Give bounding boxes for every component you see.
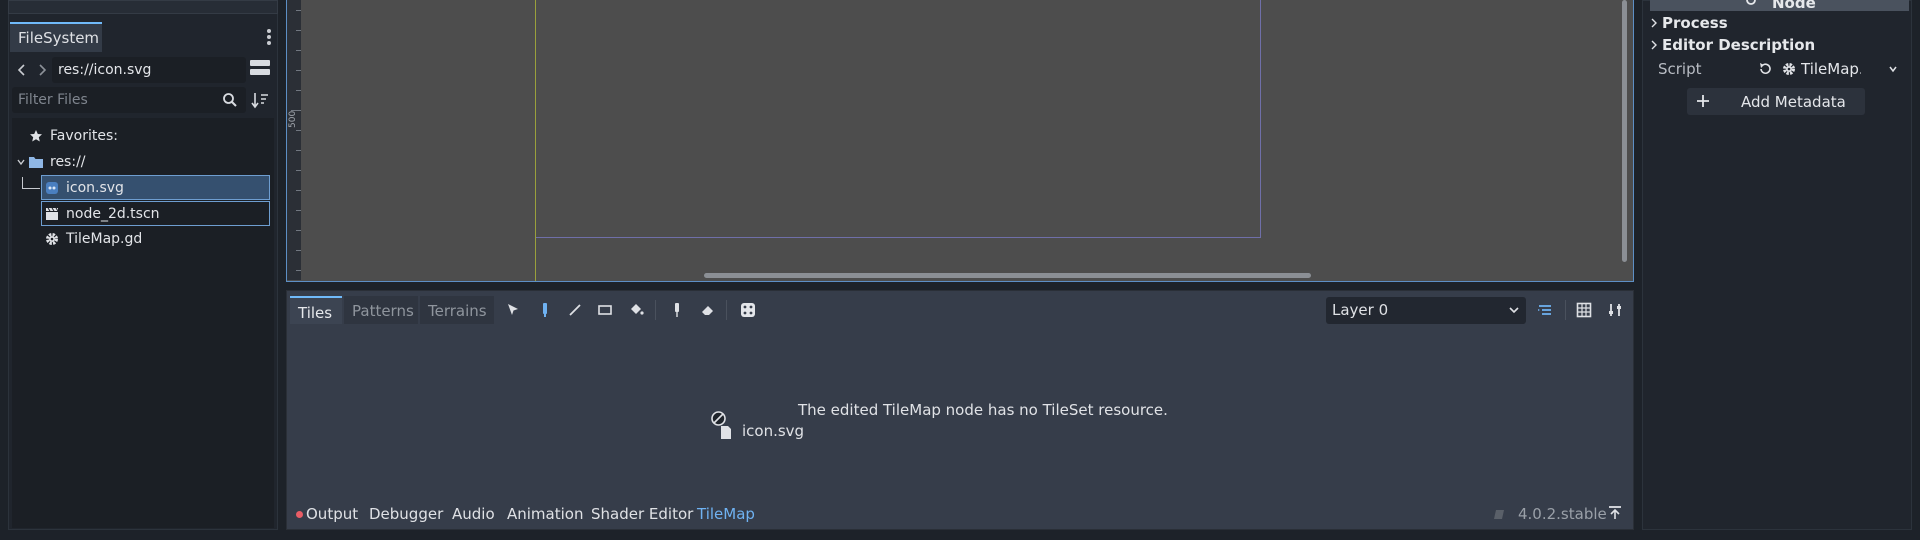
add-metadata-label: Add Metadata: [1741, 93, 1846, 111]
chevron-down-icon: [1508, 304, 1520, 316]
file-icon: [720, 425, 732, 440]
random-dice-icon[interactable]: [738, 300, 758, 320]
favorites-label: Favorites:: [50, 128, 118, 144]
layer-select-value: Layer 0: [1332, 301, 1389, 319]
add-metadata-button[interactable]: Add Metadata: [1687, 88, 1865, 115]
sort-icon[interactable]: [250, 89, 270, 111]
toolbar-separator: [1565, 300, 1566, 320]
favorites-row[interactable]: Favorites:: [28, 124, 118, 148]
toolbar-separator: [726, 300, 727, 320]
file-row-node-2d[interactable]: node_2d.tscn: [41, 201, 270, 226]
select-tool-icon[interactable]: [503, 300, 523, 320]
split-view-icon[interactable]: [250, 60, 270, 80]
file-row-icon-svg[interactable]: icon.svg: [41, 175, 270, 200]
tab-filesystem[interactable]: FileSystem: [10, 22, 102, 52]
version-label[interactable]: 4.0.2.stable: [1518, 505, 1607, 523]
bucket-fill-icon[interactable]: [626, 300, 646, 320]
star-icon: [28, 128, 44, 144]
revert-icon[interactable]: [1758, 62, 1772, 76]
line-tool-icon[interactable]: [565, 300, 585, 320]
search-icon: [222, 92, 238, 108]
layer-select[interactable]: Layer 0: [1326, 297, 1526, 324]
bottom-tab-output[interactable]: Output: [306, 505, 358, 523]
viewport-rect-frame: [535, 0, 1261, 238]
chevron-down-icon[interactable]: [16, 157, 28, 167]
folder-icon: [28, 154, 44, 170]
script-property-label: Script: [1658, 60, 1702, 78]
section-editor-description[interactable]: Editor Description: [1650, 34, 1815, 56]
gear-icon: [1782, 62, 1796, 76]
bottom-tab-audio[interactable]: Audio: [452, 505, 495, 523]
path-field[interactable]: res://icon.svg: [52, 57, 246, 83]
chevron-down-icon[interactable]: [1888, 64, 1898, 74]
ruler-label: 500: [288, 110, 298, 128]
toolbar-separator: [655, 300, 656, 320]
forward-arrow-icon[interactable]: [34, 60, 50, 80]
bottom-tab-debugger[interactable]: Debugger: [369, 505, 443, 523]
y-axis-line: [535, 0, 536, 281]
node-header-label: Node: [1772, 0, 1816, 11]
highlight-layer-icon[interactable]: [1535, 300, 1555, 320]
section-label: Editor Description: [1662, 36, 1816, 54]
bottom-tab-animation[interactable]: Animation: [507, 505, 583, 523]
script-value[interactable]: TileMap.gd: [1801, 60, 1861, 78]
inspector-dock: [1642, 0, 1912, 530]
vertical-ruler: [287, 0, 301, 280]
grid-toggle-icon[interactable]: [1574, 300, 1594, 320]
section-label: Process: [1662, 14, 1728, 32]
file-label: TileMap.gd: [66, 231, 143, 247]
vertical-scrollbar-thumb[interactable]: [1622, 0, 1627, 262]
file-label: icon.svg: [66, 179, 124, 196]
tree-connector: [22, 188, 40, 189]
res-root-label: res://: [50, 154, 86, 170]
bottom-tab-shader-editor[interactable]: Shader Editor: [591, 505, 693, 523]
scene-clapper-icon: [44, 206, 60, 222]
filter-placeholder: Filter Files: [18, 92, 88, 108]
back-arrow-icon[interactable]: [14, 60, 30, 80]
expand-panel-icon[interactable]: [1607, 505, 1623, 521]
no-tileset-message: The edited TileMap node has no TileSet r…: [798, 401, 1168, 419]
chevron-right-icon: [1650, 18, 1662, 28]
drag-preview-label: icon.svg: [742, 422, 805, 440]
dock-menu-icon[interactable]: [264, 28, 274, 46]
output-error-dot: [296, 511, 303, 518]
rect-tool-icon[interactable]: [595, 300, 615, 320]
tab-terrains[interactable]: Terrains: [420, 296, 494, 324]
plus-icon: [1695, 93, 1711, 109]
history-icon[interactable]: [1493, 507, 1507, 521]
node-circle-icon: [1745, 0, 1757, 6]
paint-tool-icon[interactable]: [535, 300, 555, 320]
eraser-tool-icon[interactable]: [698, 300, 718, 320]
chevron-right-icon: [1650, 40, 1662, 50]
file-label: node_2d.tscn: [66, 205, 160, 222]
tab-patterns[interactable]: Patterns: [344, 296, 418, 324]
section-process[interactable]: Process: [1650, 12, 1728, 34]
horizontal-scrollbar-thumb[interactable]: [704, 273, 1311, 278]
dock-top-strip: [8, 0, 278, 14]
picker-tool-icon[interactable]: [667, 300, 687, 320]
file-row-tilemap-gd[interactable]: TileMap.gd: [41, 227, 142, 251]
svg-image-icon: [44, 180, 60, 196]
bottom-tab-tilemap[interactable]: TileMap: [697, 505, 755, 523]
tools-settings-icon[interactable]: [1605, 300, 1625, 320]
res-root-row[interactable]: res://: [16, 150, 86, 174]
tab-tiles[interactable]: Tiles: [290, 296, 342, 324]
node-section-header[interactable]: Node: [1650, 0, 1909, 11]
gear-icon: [44, 231, 60, 247]
filter-files-input[interactable]: Filter Files: [12, 87, 246, 113]
